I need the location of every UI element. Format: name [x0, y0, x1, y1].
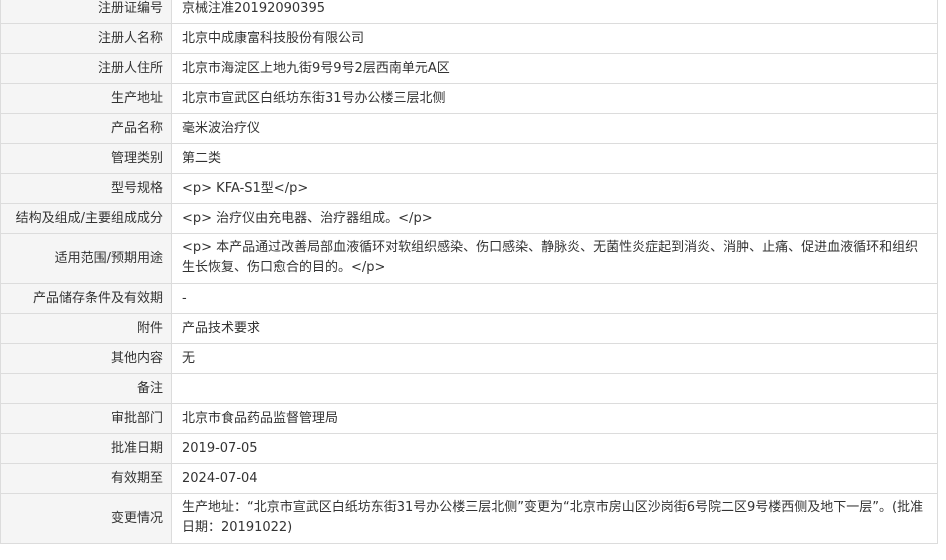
row-value: 毫米波治疗仪 [171, 113, 938, 144]
table-row-valid-until: 有效期至 2024-07-04 [0, 463, 938, 494]
row-label: 注册人住所 [0, 53, 172, 84]
row-label: 适用范围/预期用途 [0, 233, 172, 284]
row-value: 北京市宣武区白纸坊东街31号办公楼三层北侧 [171, 83, 938, 114]
row-label: 生产地址 [0, 83, 172, 114]
row-value: 北京中成康富科技股份有限公司 [171, 23, 938, 54]
table-row-attachment: 附件 产品技术要求 [0, 313, 938, 344]
row-value: 2024-07-04 [171, 463, 938, 494]
row-label: 其他内容 [0, 343, 172, 374]
row-value: 生产地址：“北京市宣武区白纸坊东街31号办公楼三层北侧”变更为“北京市房山区沙岗… [171, 493, 938, 544]
row-label: 附件 [0, 313, 172, 344]
row-value: 2019-07-05 [171, 433, 938, 464]
row-value: 京械注准20192090395 [171, 0, 938, 24]
row-value: 产品技术要求 [171, 313, 938, 344]
row-value: 第二类 [171, 143, 938, 174]
table-row-production-address: 生产地址 北京市宣武区白纸坊东街31号办公楼三层北侧 [0, 83, 938, 114]
row-label: 产品名称 [0, 113, 172, 144]
row-value: <p> KFA-S1型</p> [171, 173, 938, 204]
row-label: 型号规格 [0, 173, 172, 204]
row-label: 变更情况 [0, 493, 172, 544]
row-label: 审批部门 [0, 403, 172, 434]
table-row-management-class: 管理类别 第二类 [0, 143, 938, 174]
table-row-other-content: 其他内容 无 [0, 343, 938, 374]
table-row-change-history: 变更情况 生产地址：“北京市宣武区白纸坊东街31号办公楼三层北侧”变更为“北京市… [0, 493, 938, 544]
table-row-approval-department: 审批部门 北京市食品药品监督管理局 [0, 403, 938, 434]
table-row-model-spec: 型号规格 <p> KFA-S1型</p> [0, 173, 938, 204]
table-row-product-name: 产品名称 毫米波治疗仪 [0, 113, 938, 144]
row-value: <p> 本产品通过改善局部血液循环对软组织感染、伤口感染、静脉炎、无菌性炎症起到… [171, 233, 938, 284]
row-label: 批准日期 [0, 433, 172, 464]
row-label: 产品储存条件及有效期 [0, 283, 172, 314]
row-label: 备注 [0, 373, 172, 404]
table-row-structure-composition: 结构及组成/主要组成成分 <p> 治疗仪由充电器、治疗器组成。</p> [0, 203, 938, 234]
table-row-storage-conditions: 产品储存条件及有效期 - [0, 283, 938, 314]
table-row-remarks: 备注 [0, 373, 938, 404]
table-row-intended-use: 适用范围/预期用途 <p> 本产品通过改善局部血液循环对软组织感染、伤口感染、静… [0, 233, 938, 284]
row-label: 管理类别 [0, 143, 172, 174]
table-row-approval-date: 批准日期 2019-07-05 [0, 433, 938, 464]
table-row-registrant-address: 注册人住所 北京市海淀区上地九街9号9号2层西南单元A区 [0, 53, 938, 84]
row-value: <p> 治疗仪由充电器、治疗器组成。</p> [171, 203, 938, 234]
row-value: 北京市海淀区上地九街9号9号2层西南单元A区 [171, 53, 938, 84]
row-label: 注册证编号 [0, 0, 172, 24]
row-value [171, 373, 938, 404]
row-value: - [171, 283, 938, 314]
table-row-registrant-name: 注册人名称 北京中成康富科技股份有限公司 [0, 23, 938, 54]
row-label: 结构及组成/主要组成成分 [0, 203, 172, 234]
row-value: 无 [171, 343, 938, 374]
row-label: 注册人名称 [0, 23, 172, 54]
registration-detail-table: 注册证编号 京械注准20192090395 注册人名称 北京中成康富科技股份有限… [0, 0, 938, 544]
row-value: 北京市食品药品监督管理局 [171, 403, 938, 434]
table-row-registration-number: 注册证编号 京械注准20192090395 [0, 0, 938, 24]
row-label: 有效期至 [0, 463, 172, 494]
